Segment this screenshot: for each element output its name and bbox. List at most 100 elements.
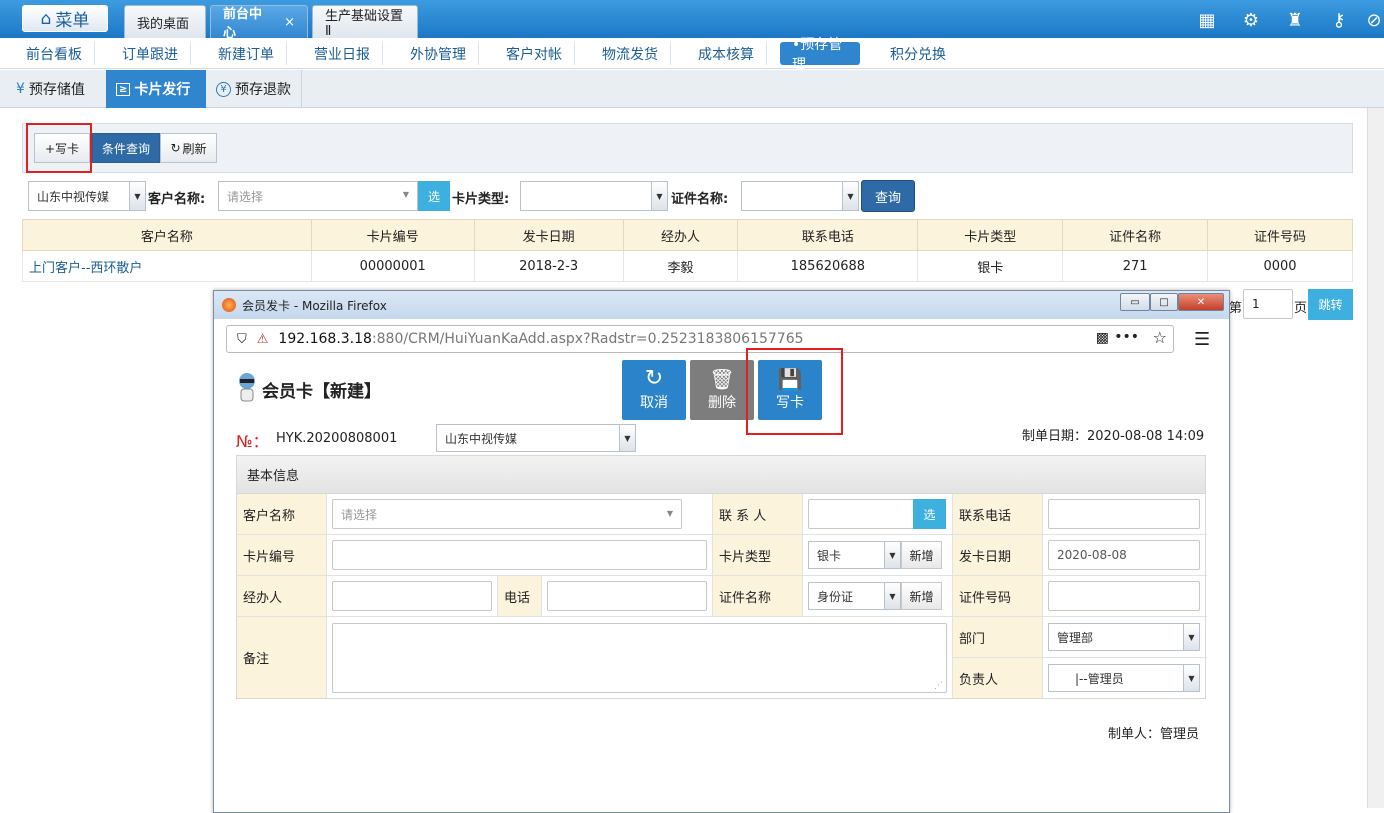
menu-button[interactable]: ⌂ 菜单: [22, 5, 108, 32]
card-type-select[interactable]: 银卡 ▼: [808, 541, 901, 569]
insecure-lock-icon: ⚠: [256, 331, 269, 347]
remark-textarea[interactable]: ⋰: [332, 623, 947, 693]
table-row[interactable]: 上门客户--西环散户 00000001 2018-2-3 李毅 18562068…: [22, 250, 1353, 282]
card-no-cell: [327, 535, 713, 576]
trash-icon: 🗑: [709, 367, 735, 391]
nav-order-track[interactable]: 订单跟进: [110, 42, 191, 65]
tel-input[interactable]: [547, 581, 707, 611]
close-icon[interactable]: ×: [284, 15, 295, 30]
dept-select[interactable]: 管理部 ▼: [1048, 623, 1200, 651]
subnav-label: 卡片发行: [134, 82, 191, 98]
logout-icon[interactable]: ⊘: [1364, 9, 1384, 31]
hamburger-menu-icon[interactable]: ☰: [1194, 329, 1210, 350]
add-card-type-button[interactable]: 新增: [901, 541, 942, 569]
popup-titlebar[interactable]: 会员发卡 - Mozilla Firefox: [214, 291, 1229, 319]
company-select[interactable]: 山东中视传媒 ▼: [28, 181, 146, 211]
shield-icon: ⛉: [237, 331, 247, 347]
dept-cell: 管理部 ▼: [1043, 617, 1207, 658]
remark-cell: ⋰: [327, 617, 953, 698]
shirt-icon[interactable]: ♜: [1284, 9, 1306, 31]
issue-date-input[interactable]: 2020-08-08: [1048, 540, 1200, 570]
nav-cost[interactable]: 成本核算: [686, 42, 767, 65]
col-phone: 联系电话: [737, 219, 919, 251]
phone-cell: [1043, 494, 1207, 535]
query-condition-button[interactable]: 条件查询: [92, 133, 160, 163]
handler-input[interactable]: [332, 581, 492, 611]
nav-logistics[interactable]: 物流发货: [590, 42, 671, 65]
cert-no-input[interactable]: [1048, 581, 1200, 611]
cell-customer-link[interactable]: 上门客户--西环散户: [22, 250, 312, 282]
resize-handle-icon[interactable]: ⋰: [934, 681, 943, 691]
nav-front-board[interactable]: 前台看板: [14, 42, 95, 65]
url-bar[interactable]: ⛉ ⚠ 192.168.3.18:880/CRM/HuiYuanKaAdd.as…: [226, 325, 1174, 353]
customer-select-button[interactable]: 选: [418, 181, 450, 211]
tel-cell: [542, 576, 713, 617]
card-type-select[interactable]: ▼: [520, 181, 668, 211]
nav-prepaid[interactable]: •预存管理: [780, 37, 860, 73]
subnav-prepaid-refund[interactable]: ¥ 预存退款: [206, 70, 302, 108]
maker-label: 制单人：管理员: [1108, 727, 1200, 742]
contact-select-button[interactable]: 选: [913, 499, 946, 529]
card-no-input[interactable]: [332, 540, 707, 570]
tab-my-desktop[interactable]: 我的桌面: [124, 5, 206, 38]
card-type-label: 卡片类型: [713, 535, 803, 576]
gear-icon[interactable]: ⚙: [1240, 9, 1262, 31]
more-icon[interactable]: •••: [1114, 329, 1139, 345]
nav-daily-report[interactable]: 营业日报: [302, 42, 383, 65]
col-handler: 经办人: [622, 219, 739, 251]
qr-code-icon[interactable]: ▩: [1096, 330, 1109, 346]
subnav-prepaid-deposit[interactable]: ¥ 预存储值: [6, 70, 95, 108]
maximize-button[interactable]: □: [1150, 293, 1178, 311]
table-cell: 271: [1062, 250, 1209, 282]
owner-label: 负责人: [953, 658, 1043, 698]
col-issue-date: 发卡日期: [473, 219, 624, 251]
cert-select[interactable]: ▼: [741, 181, 859, 211]
close-window-button[interactable]: ✕: [1178, 293, 1224, 311]
key-icon[interactable]: ⚷: [1328, 9, 1350, 31]
customer-placeholder: 请选择: [341, 507, 378, 522]
jump-button[interactable]: 跳转: [1308, 289, 1353, 320]
customer-filter-input[interactable]: 请选择 ▼: [218, 181, 418, 211]
tab-front-center[interactable]: 前台中心 ×: [210, 5, 308, 41]
chevron-down-icon: ▼: [402, 190, 409, 199]
table-cell: 李毅: [622, 250, 739, 282]
delete-label: 删除: [708, 395, 736, 411]
table-cell: 银卡: [917, 250, 1064, 282]
minimize-button[interactable]: ▭: [1120, 293, 1150, 311]
contact-phone-input[interactable]: [1048, 499, 1200, 529]
col-card-no: 卡片编号: [310, 219, 475, 251]
subnav-card-issue[interactable]: ≥ 卡片发行: [106, 70, 206, 108]
card-type-cell: 银卡 ▼ 新增: [803, 535, 953, 576]
section-header: 基本信息: [237, 456, 1205, 494]
query-button[interactable]: 查询: [861, 180, 915, 212]
handler-label: 经办人: [237, 576, 327, 617]
cancel-button[interactable]: ↻ 取消: [622, 360, 686, 420]
dept-value: 管理部: [1057, 630, 1094, 645]
owner-select[interactable]: |--管理员 ▼: [1048, 664, 1200, 692]
contact-input[interactable]: [808, 499, 914, 529]
page-scrollbar[interactable]: [1367, 108, 1384, 808]
cert-name-select[interactable]: 身份证 ▼: [808, 582, 901, 610]
tel-label: 电话: [498, 576, 542, 617]
grid-icon[interactable]: ▦: [1196, 9, 1218, 31]
nav-points[interactable]: 积分兑换: [878, 42, 958, 65]
table-cell: 185620688: [737, 250, 919, 282]
nav-outsourcing[interactable]: 外协管理: [398, 42, 479, 65]
tab-production-settings[interactable]: 生产基础设置Ⅱ: [312, 5, 418, 39]
nav-new-order[interactable]: 新建订单: [206, 42, 287, 65]
refresh-button[interactable]: ↻ 刷新: [160, 133, 217, 163]
undo-icon: ↻: [644, 366, 664, 391]
subnav-label: 预存退款: [235, 82, 291, 98]
customer-input[interactable]: 请选择 ▼: [332, 499, 682, 529]
delete-button[interactable]: 🗑 删除: [690, 360, 754, 420]
page-number-input[interactable]: 1: [1243, 289, 1293, 319]
refresh-icon: ↻: [170, 141, 181, 155]
star-icon[interactable]: ☆: [1153, 328, 1167, 347]
pager-suffix: 页: [1294, 301, 1308, 316]
nav-customer-reconcile[interactable]: 客户对帐: [494, 42, 575, 65]
popup-company-select[interactable]: 山东中视传媒 ▼: [436, 424, 636, 452]
table-header: 客户名称 卡片编号 发卡日期 经办人 联系电话 卡片类型 证件名称 证件号码: [22, 219, 1353, 251]
chevron-down-icon: ▼: [1183, 624, 1199, 650]
add-cert-button[interactable]: 新增: [901, 582, 942, 610]
issue-date-label: 发卡日期: [953, 535, 1043, 576]
